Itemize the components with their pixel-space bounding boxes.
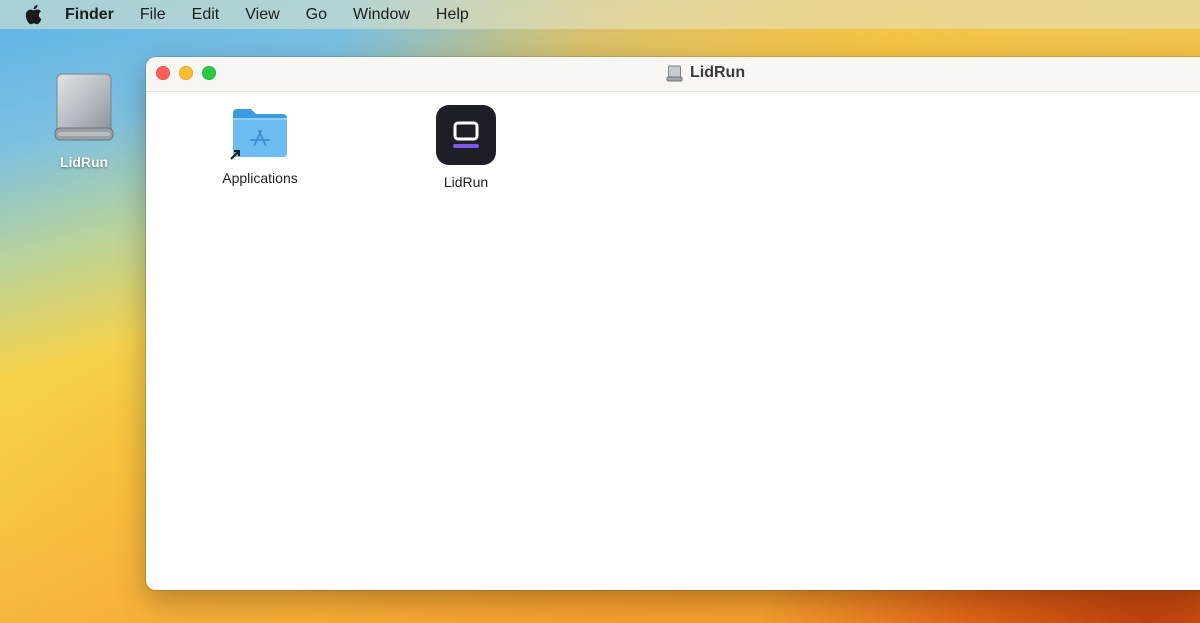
- finder-window: LidRun Applications LidRun: [146, 57, 1200, 590]
- applications-label: Applications: [222, 170, 298, 186]
- menu-edit[interactable]: Edit: [192, 6, 220, 24]
- window-title-text: LidRun: [690, 64, 746, 81]
- lidrun-app-icon: [436, 105, 496, 165]
- apple-logo-icon[interactable]: [23, 4, 43, 26]
- desktop-disk-label: LidRun: [59, 154, 109, 170]
- zoom-button[interactable]: [202, 66, 216, 80]
- menu-window[interactable]: Window: [353, 6, 410, 24]
- applications-folder-alias-icon: [230, 109, 287, 160]
- drive-icon: [666, 65, 683, 81]
- menu-finder[interactable]: Finder: [65, 6, 114, 24]
- menu-bar: Finder File Edit View Go Window Help: [0, 0, 1200, 29]
- applications-alias-item[interactable]: Applications: [190, 105, 330, 186]
- traffic-lights: [156, 66, 225, 80]
- minimize-button[interactable]: [179, 66, 193, 80]
- window-title: LidRun: [666, 64, 745, 82]
- menu-view[interactable]: View: [245, 6, 279, 24]
- lidrun-app-label: LidRun: [443, 174, 489, 190]
- desktop: Finder File Edit View Go Window Help Lid…: [0, 0, 1200, 623]
- lidrun-app-item[interactable]: LidRun: [396, 105, 536, 190]
- desktop-disk-lidrun[interactable]: LidRun: [44, 72, 124, 170]
- external-drive-icon: [54, 73, 114, 141]
- window-titlebar[interactable]: LidRun: [146, 57, 1200, 92]
- menu-go[interactable]: Go: [306, 6, 327, 24]
- menu-file[interactable]: File: [140, 6, 166, 24]
- menu-help[interactable]: Help: [436, 6, 469, 24]
- close-button[interactable]: [156, 66, 170, 80]
